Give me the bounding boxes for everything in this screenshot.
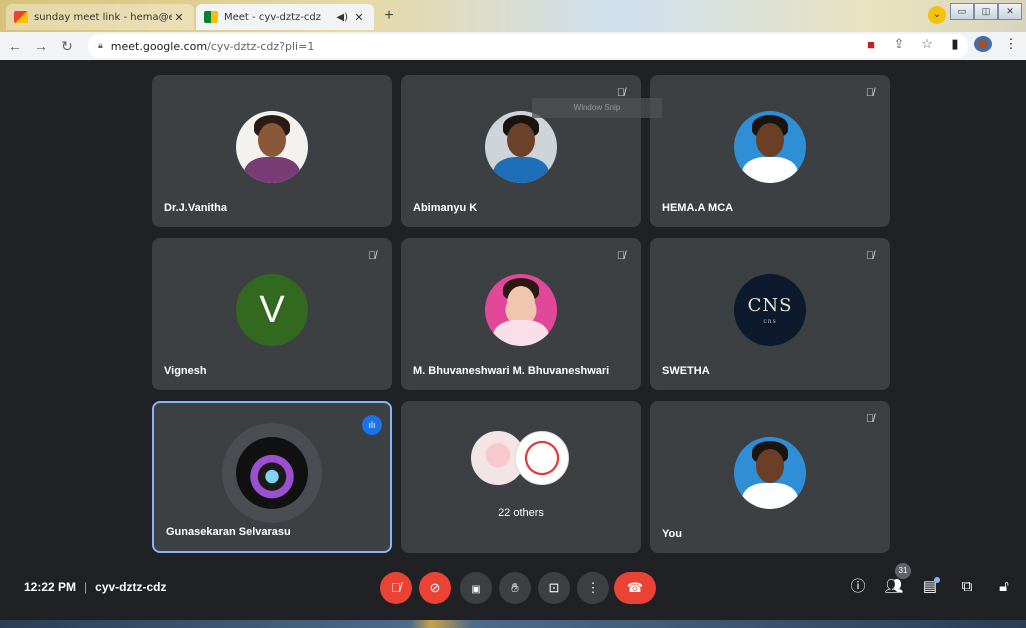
participant-tile-self[interactable]: 🎙̸ You bbox=[650, 401, 890, 553]
info-icon: ⓘ bbox=[850, 578, 866, 595]
url-host: meet.google.com bbox=[110, 39, 208, 53]
avatar: V bbox=[236, 274, 308, 346]
meeting-info: 12:22 PM | cyv-dztz-cdz bbox=[24, 580, 167, 594]
new-tab-button[interactable]: + bbox=[380, 7, 398, 25]
cns-logo: CNS cns bbox=[734, 274, 806, 346]
toolbar-icons: ■ ⇪ ☆ ▮ ⋮ bbox=[862, 36, 1020, 52]
url-field[interactable]: 🔒︎ meet.google.com/cyv-dztz-cdz?pli=1 bbox=[88, 34, 968, 58]
maximize-button[interactable]: ◫ bbox=[974, 3, 998, 20]
participant-tile[interactable]: 🎙̸ HEMA.A MCA bbox=[650, 75, 890, 227]
people-icon: 👥︎ bbox=[884, 578, 904, 595]
chat-button[interactable]: ▤ bbox=[919, 576, 941, 598]
participant-name: You bbox=[662, 528, 682, 540]
activities-icon: ⧉ bbox=[961, 578, 973, 595]
camera-toggle-button[interactable]: ⊘ bbox=[419, 572, 451, 604]
bookmark-star-icon[interactable]: ☆ bbox=[918, 36, 936, 52]
minimize-button[interactable]: ▭ bbox=[950, 3, 974, 20]
audio-level-icon: ılı bbox=[362, 415, 382, 435]
tab-meet[interactable]: Meet - cyv-dztz-cdz ◀) ✕ bbox=[196, 4, 374, 30]
clock: 12:22 PM bbox=[24, 580, 77, 594]
mic-toggle-button[interactable]: 🎙̸ bbox=[380, 572, 412, 604]
address-bar: ← → ↻ 🔒︎ meet.google.com/cyv-dztz-cdz?pl… bbox=[0, 32, 1026, 60]
avatar bbox=[515, 431, 569, 485]
captions-button[interactable]: ▣ bbox=[460, 572, 492, 604]
speaker-icon[interactable]: ◀) bbox=[336, 12, 348, 23]
mic-off-icon: 🎙̸ bbox=[865, 413, 875, 425]
mic-off-icon: 🎙̸ bbox=[865, 87, 875, 99]
mic-off-icon: 🎙̸ bbox=[616, 250, 626, 262]
back-icon[interactable]: ← bbox=[4, 38, 26, 54]
avatar bbox=[485, 274, 557, 346]
mic-off-icon: 🎙̸ bbox=[865, 250, 875, 262]
chevron-down-icon[interactable]: ⌄ bbox=[928, 6, 946, 24]
tab-gmail[interactable]: sunday meet link - hema@egspe ✕ bbox=[6, 4, 194, 30]
others-avatars bbox=[471, 431, 571, 487]
tab-label: sunday meet link - hema@egspe bbox=[34, 11, 172, 23]
lock-icon[interactable]: 🔒︎ bbox=[98, 41, 103, 51]
participant-tile[interactable]: 🎙̸ M. Bhuvaneshwari M. Bhuvaneshwari bbox=[401, 238, 641, 390]
sidebar-icon[interactable]: ▮ bbox=[946, 36, 964, 52]
participant-name: Vignesh bbox=[164, 365, 207, 377]
avatar bbox=[236, 111, 308, 183]
meet-icon bbox=[204, 11, 218, 23]
menu-kebab-icon[interactable]: ⋮ bbox=[1002, 36, 1020, 52]
participant-count-badge: 31 bbox=[895, 563, 911, 579]
mic-off-icon: 🎙̸ bbox=[367, 250, 377, 262]
captions-icon: ▣ bbox=[471, 584, 481, 595]
window-snip-tooltip: Window Snip bbox=[532, 98, 662, 118]
participant-name: Dr.J.Vanitha bbox=[164, 202, 227, 214]
avatar bbox=[236, 437, 308, 509]
activities-button[interactable]: ⧉ bbox=[956, 576, 978, 598]
mic-off-icon: 🎙̸ bbox=[391, 580, 401, 595]
participant-name: M. Bhuvaneshwari M. Bhuvaneshwari bbox=[413, 365, 610, 377]
others-tile[interactable]: 22 others bbox=[401, 401, 641, 553]
meet-control-bar: 12:22 PM | cyv-dztz-cdz 🎙̸ ⊘ ▣ ✋︎ ⊡ ⋮ ☎ ⓘ … bbox=[0, 560, 1026, 620]
phone-hangup-icon: ☎ bbox=[626, 580, 644, 595]
avatar: CNS cns bbox=[734, 274, 806, 346]
lock-icon: 🔓︎ bbox=[999, 578, 1009, 595]
more-options-button[interactable]: ⋮ bbox=[577, 572, 609, 604]
camera-blocked-icon[interactable]: ■ bbox=[862, 37, 880, 52]
close-tab-icon[interactable]: ✕ bbox=[172, 11, 186, 24]
hand-icon: ✋︎ bbox=[511, 580, 519, 595]
present-icon: ⊡ bbox=[548, 580, 560, 595]
separator: | bbox=[84, 580, 88, 594]
raise-hand-button[interactable]: ✋︎ bbox=[499, 572, 531, 604]
reload-icon[interactable]: ↻ bbox=[56, 38, 78, 55]
meeting-code: cyv-dztz-cdz bbox=[95, 580, 167, 594]
url-path: /cyv-dztz-cdz?pli=1 bbox=[207, 39, 315, 53]
participant-name: Abimanyu K bbox=[413, 202, 478, 214]
avatar-letter: V bbox=[236, 274, 308, 346]
close-tab-icon[interactable]: ✕ bbox=[352, 11, 366, 24]
meeting-details-button[interactable]: ⓘ bbox=[847, 576, 869, 598]
close-window-button[interactable]: ✕ bbox=[998, 3, 1022, 20]
unread-dot bbox=[934, 577, 940, 583]
host-controls-button[interactable]: 🔓︎ bbox=[993, 576, 1015, 598]
forward-icon[interactable]: → bbox=[30, 38, 52, 54]
participant-tile[interactable]: V 🎙̸ Vignesh bbox=[152, 238, 392, 390]
present-button[interactable]: ⊡ bbox=[538, 572, 570, 604]
os-taskbar bbox=[0, 620, 1026, 628]
leave-call-button[interactable]: ☎ bbox=[614, 572, 656, 604]
participant-tile[interactable]: Dr.J.Vanitha bbox=[152, 75, 392, 227]
others-count: 22 others bbox=[498, 507, 544, 519]
participant-name: Gunasekaran Selvarasu bbox=[166, 526, 291, 538]
avatar bbox=[734, 437, 806, 509]
participant-tile-speaking[interactable]: ılı Gunasekaran Selvarasu bbox=[152, 401, 392, 553]
browser-tab-strip: sunday meet link - hema@egspe ✕ Meet - c… bbox=[0, 0, 1026, 32]
avatar bbox=[734, 111, 806, 183]
participant-tile[interactable]: CNS cns 🎙̸ SWETHA bbox=[650, 238, 890, 390]
tab-label: Meet - cyv-dztz-cdz bbox=[224, 11, 321, 23]
avatar bbox=[485, 111, 557, 183]
menu-kebab-icon: ⋮ bbox=[586, 580, 600, 595]
profile-avatar[interactable] bbox=[974, 36, 992, 52]
people-button[interactable]: 👥︎ bbox=[883, 576, 905, 598]
camera-off-icon: ⊘ bbox=[429, 580, 441, 595]
window-controls: ▭ ◫ ✕ bbox=[950, 3, 1022, 25]
participant-name: HEMA.A MCA bbox=[662, 202, 734, 214]
gmail-icon bbox=[14, 11, 28, 23]
share-icon[interactable]: ⇪ bbox=[890, 36, 908, 52]
participant-name: SWETHA bbox=[662, 365, 710, 377]
